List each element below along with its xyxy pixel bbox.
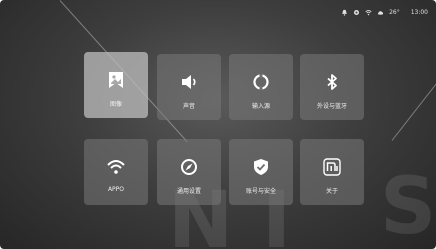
tile-about-label: 关于 [325, 188, 338, 195]
tile-peripherals-bluetooth-label: 外设与蓝牙 [316, 103, 347, 110]
tile-account-security-label: 账号与安全 [245, 188, 276, 195]
tile-input-source[interactable]: 输入源 [229, 54, 293, 120]
tile-account-security[interactable]: 账号与安全 [229, 139, 293, 205]
speaker-icon [178, 71, 200, 93]
tile-sound-label: 声音 [182, 103, 195, 110]
light-streak [391, 77, 436, 141]
tile-input-source-label: 输入源 [251, 103, 270, 110]
tile-sound[interactable]: 声音 [157, 54, 221, 120]
mi-logo-icon [321, 156, 343, 178]
tile-appo[interactable]: APPO [84, 139, 148, 205]
tile-image-label: 图像 [109, 101, 122, 108]
tile-image[interactable]: 图像 [84, 52, 148, 118]
tile-about[interactable]: 关于 [300, 139, 364, 205]
clock-time: 13:00 [410, 8, 428, 16]
tile-appo-label: APPO [107, 186, 125, 193]
input-source-icon [250, 71, 272, 93]
status-bar: 26° 13:00 [341, 7, 428, 17]
background-letter-s: S [380, 162, 436, 249]
tv-settings-screen: N I S 26° 13:00 图像 声音 输入源 外设与蓝牙 APPO 通用设… [0, 0, 436, 249]
bluetooth-icon [321, 71, 343, 93]
wifi-icon [365, 9, 372, 15]
tile-general-settings-label: 通用设置 [176, 188, 201, 195]
notification-icon [342, 9, 348, 16]
temperature-text: 26° [389, 8, 400, 16]
tile-peripherals-bluetooth[interactable]: 外设与蓝牙 [300, 54, 364, 120]
shield-check-icon [250, 156, 272, 178]
weather-icon [378, 10, 384, 15]
image-icon [105, 69, 127, 91]
tile-general-settings[interactable]: 通用设置 [157, 139, 221, 205]
settings-icon [354, 9, 360, 15]
compass-icon [178, 156, 200, 178]
wifi-icon [105, 156, 127, 178]
